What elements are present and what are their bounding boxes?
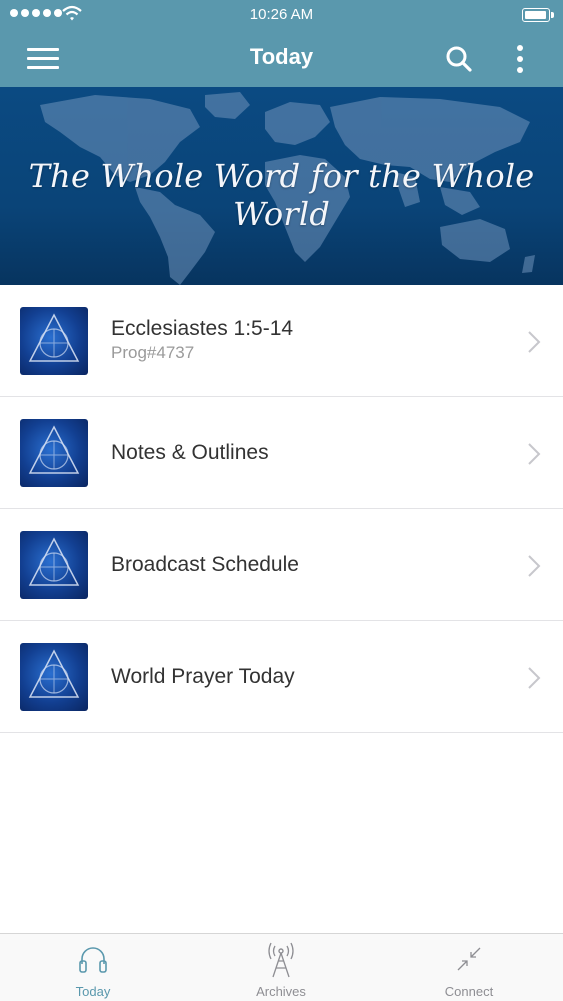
chevron-right-icon	[528, 443, 541, 465]
content-list: Ecclesiastes 1:5-14 Prog#4737 Notes & Ou…	[0, 285, 563, 733]
status-bar: 10:26 AM	[0, 0, 563, 30]
list-item-title: Broadcast Schedule	[111, 553, 299, 576]
more-vertical-icon[interactable]	[508, 42, 532, 76]
tab-archives-label: Archives	[256, 984, 306, 999]
tab-bar: Today Archives Connect	[0, 933, 563, 1001]
radio-tower-icon	[268, 942, 294, 978]
list-item-broadcast-schedule[interactable]: Broadcast Schedule	[0, 509, 563, 621]
tab-today[interactable]: Today	[33, 934, 153, 1001]
banner-tagline: The Whole Word for the Whole World	[28, 157, 535, 233]
list-item-subtitle: Prog#4737	[111, 343, 195, 362]
list-item-notes[interactable]: Notes & Outlines	[0, 397, 563, 509]
page-title: Today	[249, 44, 314, 69]
status-time: 10:26 AM	[249, 6, 314, 23]
program-thumbnail	[20, 531, 88, 599]
chevron-right-icon	[528, 667, 541, 689]
program-thumbnail	[20, 419, 88, 487]
search-icon[interactable]	[444, 44, 474, 74]
program-thumbnail	[20, 307, 88, 375]
hero-banner: The Whole Word for the Whole World	[0, 87, 563, 285]
list-item-title: Ecclesiastes 1:5-14	[111, 317, 294, 340]
list-item-world-prayer[interactable]: World Prayer Today	[0, 621, 563, 733]
nav-bar: Today	[0, 30, 563, 87]
headphones-icon	[79, 947, 107, 973]
chevron-right-icon	[528, 331, 541, 353]
list-item-title: Notes & Outlines	[111, 441, 269, 464]
list-item-title: World Prayer Today	[111, 665, 295, 688]
chevron-right-icon	[528, 555, 541, 577]
tab-archives[interactable]: Archives	[221, 934, 341, 1001]
tab-connect-label: Connect	[444, 984, 494, 999]
tab-today-label: Today	[75, 984, 111, 999]
program-thumbnail	[20, 643, 88, 711]
arrows-in-icon	[457, 947, 481, 971]
battery-icon	[522, 8, 554, 22]
tab-connect[interactable]: Connect	[409, 934, 529, 1001]
list-item-program[interactable]: Ecclesiastes 1:5-14 Prog#4737	[0, 285, 563, 397]
